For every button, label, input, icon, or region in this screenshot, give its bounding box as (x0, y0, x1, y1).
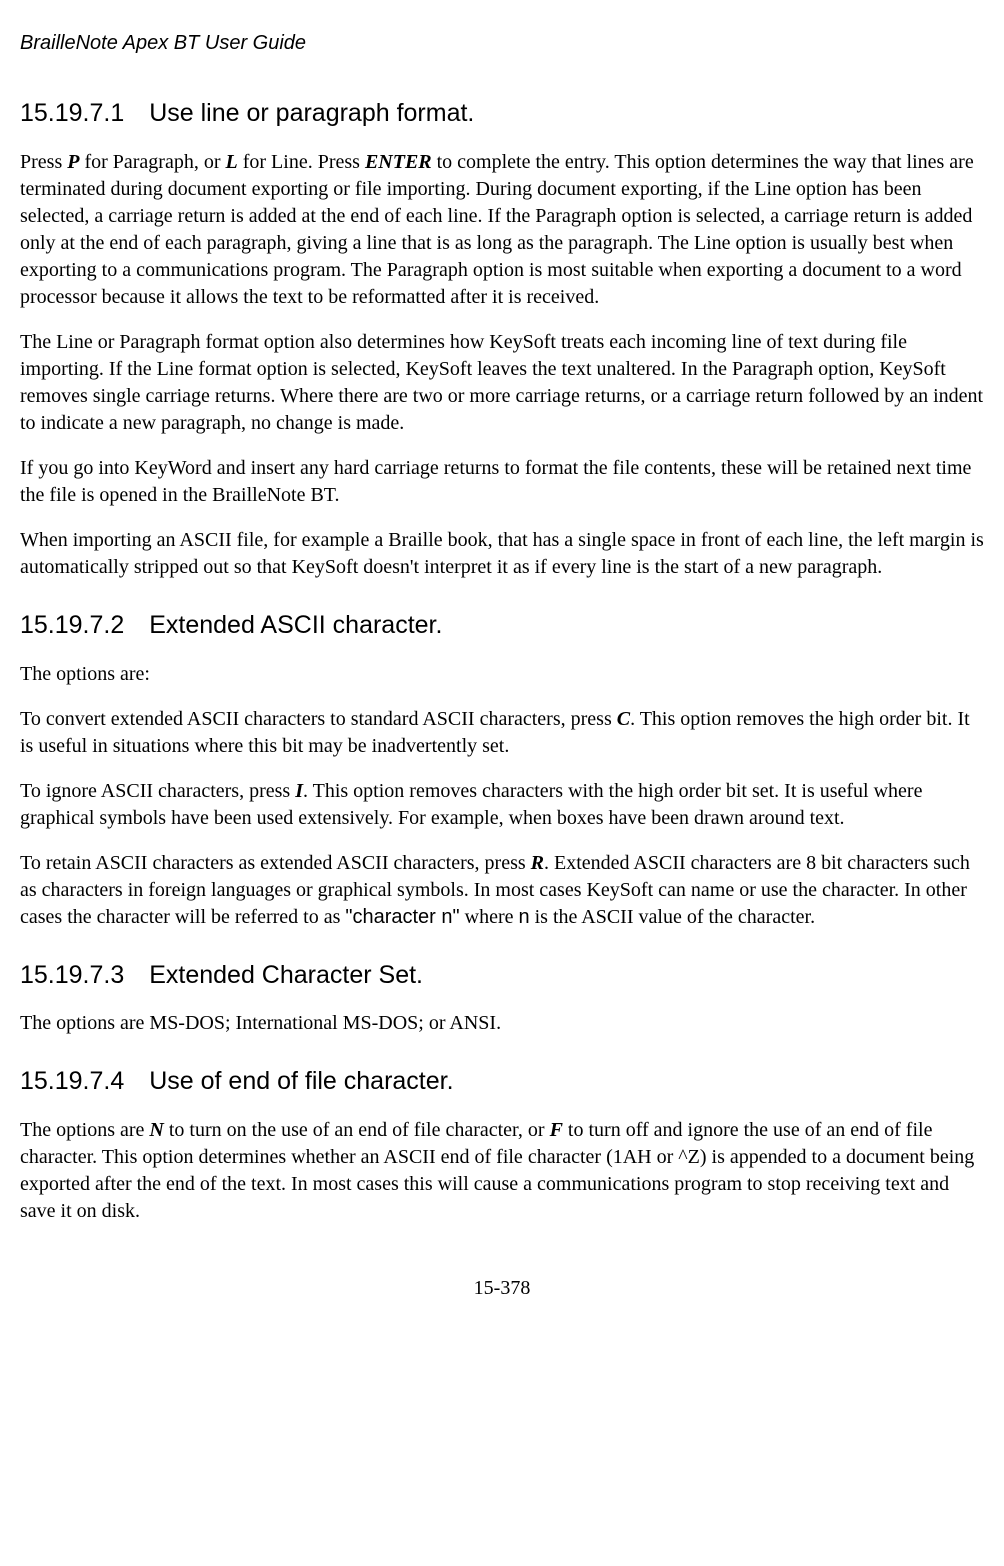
text: for Line. Press (238, 151, 365, 173)
section-number: 15.19.7.2 (20, 609, 124, 643)
literal-n: n (518, 906, 529, 928)
text: To convert extended ASCII characters to … (20, 708, 617, 730)
key-L: L (226, 151, 238, 173)
body-text: Press P for Paragraph, or L for Line. Pr… (20, 149, 984, 311)
key-P: P (67, 151, 79, 173)
section-number: 15.19.7.4 (20, 1065, 124, 1099)
text: for Paragraph, or (79, 151, 225, 173)
text: is the ASCII value of the character. (530, 906, 815, 928)
key-N: N (149, 1119, 163, 1141)
text: to complete the entry. This option deter… (20, 151, 974, 308)
section-heading-4: 15.19.7.4 Use of end of file character. (20, 1065, 984, 1099)
body-text: The Line or Paragraph format option also… (20, 329, 984, 437)
key-ENTER: ENTER (365, 151, 432, 173)
literal-character-n: "character n" (345, 906, 459, 928)
section-title: Use of end of file character. (149, 1067, 453, 1095)
key-I: I (295, 780, 303, 802)
key-F: F (550, 1119, 563, 1141)
section-title: Use line or paragraph format. (149, 99, 474, 127)
text: where (460, 906, 519, 928)
text: The options are (20, 1119, 149, 1141)
body-text: The options are MS-DOS; International MS… (20, 1010, 984, 1037)
section-heading-3: 15.19.7.3 Extended Character Set. (20, 959, 984, 993)
section-heading-1: 15.19.7.1 Use line or paragraph format. (20, 97, 984, 131)
body-text: To ignore ASCII characters, press I. Thi… (20, 778, 984, 832)
body-text: The options are: (20, 661, 984, 688)
body-text: The options are N to turn on the use of … (20, 1117, 984, 1225)
section-heading-2: 15.19.7.2 Extended ASCII character. (20, 609, 984, 643)
section-title: Extended ASCII character. (149, 611, 442, 639)
text: To retain ASCII characters as extended A… (20, 852, 531, 874)
section-number: 15.19.7.1 (20, 97, 124, 131)
section-number: 15.19.7.3 (20, 959, 124, 993)
text: To ignore ASCII characters, press (20, 780, 295, 802)
text: Press (20, 151, 67, 173)
key-C: C (617, 708, 630, 730)
body-text: To convert extended ASCII characters to … (20, 706, 984, 760)
section-title: Extended Character Set. (149, 961, 423, 989)
text: to turn on the use of an end of file cha… (164, 1119, 550, 1141)
key-R: R (531, 852, 544, 874)
body-text: If you go into KeyWord and insert any ha… (20, 455, 984, 509)
page-header: BrailleNote Apex BT User Guide (20, 30, 984, 57)
page-footer: 15-378 (20, 1275, 984, 1302)
body-text: When importing an ASCII file, for exampl… (20, 527, 984, 581)
body-text: To retain ASCII characters as extended A… (20, 850, 984, 931)
